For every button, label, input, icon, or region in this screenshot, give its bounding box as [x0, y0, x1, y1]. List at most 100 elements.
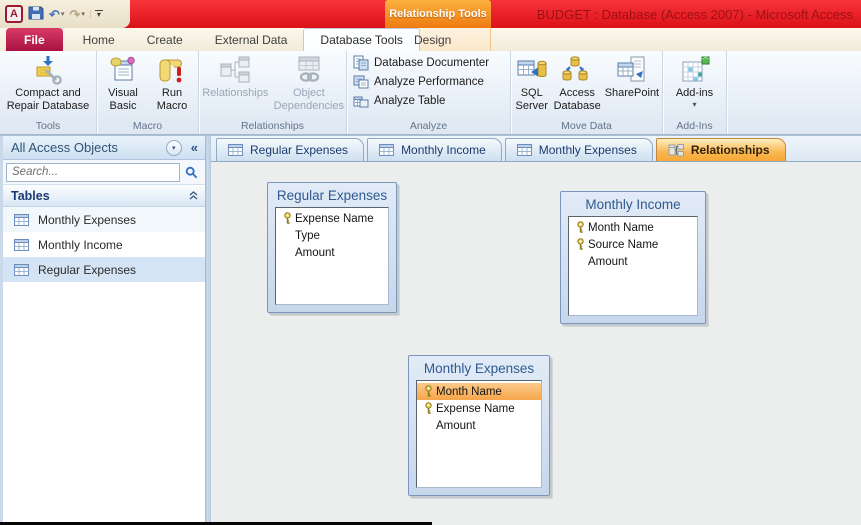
analyze-performance-button[interactable]: Analyze Performance	[353, 74, 489, 90]
nav-item-monthly-income[interactable]: Monthly Income	[3, 232, 205, 257]
primary-key-icon	[425, 402, 432, 414]
chevrons-up-icon[interactable]	[188, 190, 199, 201]
nav-search-row	[3, 160, 205, 185]
add-ins-icon	[682, 56, 709, 82]
sharepoint-button[interactable]: SharePoint	[604, 54, 660, 100]
quick-access-toolbar: A ↶ ▾ ↷ ▾ ▾	[0, 0, 130, 28]
table-title: Regular Expenses	[276, 188, 388, 203]
relationship-table-regular-expenses[interactable]: Regular Expenses Expense Name Type Amoun…	[267, 182, 397, 313]
field-row[interactable]: Source Name	[569, 236, 697, 253]
ribbon-filler	[727, 51, 861, 134]
access-database-icon	[562, 56, 588, 81]
sql-server-button[interactable]: SQL Server	[513, 54, 550, 112]
ribbon-group-tools: Compact and Repair Database Tools	[0, 51, 97, 134]
primary-key-icon	[425, 385, 432, 397]
field-row-selected[interactable]: Month Name	[417, 383, 541, 400]
ribbon: Compact and Repair Database Tools Visual…	[0, 51, 861, 135]
group-label-macro: Macro	[132, 120, 163, 132]
analyze-table-button[interactable]: Analyze Table	[353, 93, 489, 109]
tab-file[interactable]: File	[6, 28, 63, 51]
relationship-table-monthly-income[interactable]: Monthly Income Month Name Source Name Am…	[560, 191, 706, 324]
nav-pane-header[interactable]: All Access Objects ▾ «	[3, 136, 205, 160]
double-chevron-left-icon: «	[190, 140, 198, 155]
search-button[interactable]	[180, 166, 202, 179]
access-database-button[interactable]: Access Database	[552, 54, 601, 112]
doc-tab-monthly-expenses[interactable]: Monthly Expenses	[504, 138, 653, 161]
visual-basic-button[interactable]: Visual Basic	[100, 54, 147, 112]
field-row[interactable]: Month Name	[569, 219, 697, 236]
tab-external-data[interactable]: External Data	[199, 28, 304, 51]
visual-basic-icon	[110, 56, 135, 81]
group-label-add-ins: Add-Ins	[676, 120, 713, 132]
field-row[interactable]: Amount	[276, 244, 388, 261]
primary-key-icon	[284, 212, 291, 224]
redo-button[interactable]: ↷ ▾	[69, 8, 84, 21]
run-macro-button[interactable]: Run Macro	[149, 54, 196, 112]
database-documenter-icon	[353, 55, 369, 71]
ribbon-group-analyze: Database Documenter Analyze Performance	[347, 51, 511, 134]
field-row[interactable]: Expense Name	[276, 210, 388, 227]
navigation-pane: All Access Objects ▾ « Tables Monthly Ex…	[0, 136, 205, 525]
field-list: Expense Name Type Amount	[275, 207, 389, 305]
field-list: Month Name Expense Name Amount	[416, 380, 542, 488]
sql-server-icon	[517, 60, 547, 77]
object-dependencies-icon	[298, 56, 320, 82]
field-row[interactable]: Amount	[417, 417, 541, 434]
table-icon	[14, 213, 29, 226]
table-icon	[379, 144, 395, 156]
ribbon-group-move-data: SQL Server Access Database SharePoint Mo…	[511, 51, 663, 134]
database-documenter-button[interactable]: Database Documenter	[353, 55, 489, 71]
undo-icon: ↶	[49, 6, 60, 22]
group-label-tools: Tools	[35, 120, 61, 132]
table-title: Monthly Expenses	[423, 361, 535, 376]
object-dependencies-button: Object Dependencies	[274, 54, 344, 112]
relationships-diagram-icon	[668, 143, 684, 156]
analyze-table-icon	[353, 96, 369, 108]
field-row[interactable]: Type	[276, 227, 388, 244]
table-icon	[14, 263, 29, 276]
table-title: Monthly Income	[585, 197, 681, 212]
doc-tab-regular-expenses[interactable]: Regular Expenses	[216, 138, 365, 161]
ribbon-group-macro: Visual Basic Run Macro Macro	[97, 51, 199, 134]
tab-design[interactable]: Design	[398, 28, 467, 51]
tab-create[interactable]: Create	[131, 28, 199, 51]
nav-pane-title: All Access Objects	[11, 140, 118, 155]
analyze-performance-icon	[353, 75, 369, 89]
access-app-icon[interactable]: A	[5, 5, 23, 23]
relationships-canvas[interactable]: Regular Expenses Expense Name Type Amoun…	[211, 162, 861, 525]
run-macro-icon	[159, 59, 182, 83]
shutter-bar-close-button[interactable]: «	[188, 140, 201, 155]
doc-tab-monthly-income[interactable]: Monthly Income	[367, 138, 502, 161]
search-input[interactable]	[6, 162, 180, 182]
table-icon	[228, 144, 243, 156]
tab-home[interactable]: Home	[67, 28, 131, 51]
field-list: Month Name Source Name Amount	[568, 216, 698, 316]
nav-item-regular-expenses[interactable]: Regular Expenses	[3, 257, 205, 282]
group-label-analyze: Analyze	[409, 120, 448, 132]
redo-icon: ↷	[69, 6, 81, 22]
group-label-relationships: Relationships	[240, 120, 305, 132]
save-icon	[28, 6, 44, 20]
document-tab-bar: Regular Expenses Monthly Income Monthly …	[211, 136, 861, 162]
contextual-tools-header: Relationship Tools	[385, 0, 491, 28]
ribbon-group-add-ins: Add-ins ▾ Add-Ins	[663, 51, 727, 134]
table-icon	[516, 144, 532, 156]
group-label-move-data: Move Data	[561, 120, 612, 132]
compact-repair-button[interactable]: Compact and Repair Database	[2, 54, 94, 112]
nav-section-tables[interactable]: Tables	[3, 185, 205, 207]
customize-qat-button[interactable]: ▾	[89, 9, 103, 19]
nav-item-monthly-expenses[interactable]: Monthly Expenses	[3, 207, 205, 232]
field-row[interactable]: Amount	[569, 253, 697, 270]
relationships-button: Relationships	[201, 54, 270, 100]
doc-tab-relationships[interactable]: Relationships	[655, 138, 786, 161]
add-ins-button[interactable]: Add-ins ▾	[668, 54, 722, 109]
relationship-table-monthly-expenses[interactable]: Monthly Expenses Month Name Expense Name…	[408, 355, 550, 496]
nav-menu-button[interactable]: ▾	[165, 139, 182, 156]
ribbon-group-relationships: Relationships Object Dependencies Relati…	[199, 51, 347, 134]
primary-key-icon	[577, 221, 584, 233]
field-row[interactable]: Expense Name	[417, 400, 541, 417]
save-button[interactable]	[28, 5, 44, 23]
undo-button[interactable]: ↶ ▾	[49, 8, 64, 21]
chevron-down-icon: ▾	[172, 144, 176, 152]
relationships-icon	[220, 56, 250, 83]
